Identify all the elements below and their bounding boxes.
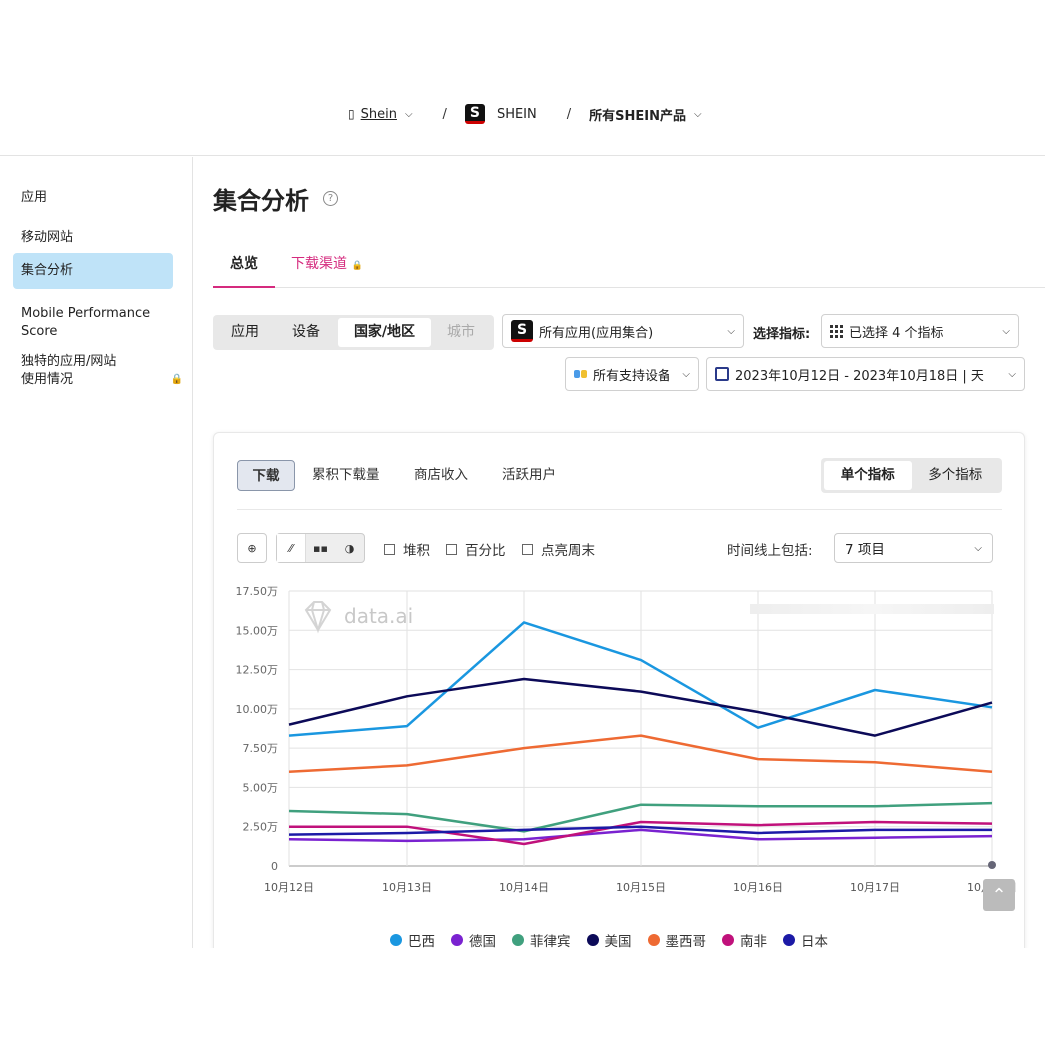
watermark-text: data.ai	[344, 604, 414, 628]
legend-label: 墨西哥	[665, 934, 707, 950]
legend-item[interactable]: 美国	[586, 930, 632, 950]
y-tick-label: 0	[271, 860, 278, 873]
legend-dot	[586, 934, 599, 946]
legend-item[interactable]: 德国	[451, 930, 496, 950]
x-tick-label: 10月13日	[382, 881, 432, 894]
blurred-region	[750, 604, 994, 614]
legend-dot	[390, 934, 402, 946]
legend-label: 菲律宾	[530, 934, 571, 950]
chart-legend: 巴西 德国 菲律宾 美国 墨西哥 南非 日本	[390, 930, 828, 950]
y-tick-label: 17.50万	[236, 585, 279, 598]
legend-item[interactable]: 南非	[722, 930, 767, 950]
legend-item[interactable]: 菲律宾	[512, 930, 571, 950]
diamond-logo-icon	[304, 601, 332, 634]
legend-label: 德国	[469, 934, 496, 950]
chevron-up-icon: ⌃	[991, 884, 1007, 906]
y-tick-label: 10.00万	[236, 703, 279, 716]
line-chart: 0 2.50万 5.00万 7.50万 10.00万 12.50万 15.00万 17.50万…	[236, 585, 1018, 894]
data-ai-watermark: data.ai	[300, 598, 413, 634]
scroll-to-top-button[interactable]: ⌃	[983, 879, 1015, 911]
y-tick-label: 12.50万	[236, 664, 279, 677]
x-tick-label: 10月14日	[499, 881, 549, 894]
page-bottom	[0, 948, 1045, 1045]
y-tick-label: 2.50万	[243, 821, 279, 834]
legend-label: 巴西	[408, 934, 435, 950]
legend-dot	[451, 934, 463, 946]
x-tick-label: 10月17日	[850, 881, 900, 894]
x-tick-label: 10月15日	[616, 881, 666, 894]
legend-dot	[512, 934, 524, 946]
legend-item[interactable]: 墨西哥	[647, 930, 707, 950]
y-tick-label: 7.50万	[243, 742, 279, 755]
legend-dot	[783, 934, 795, 946]
legend-item[interactable]: 巴西	[390, 930, 435, 950]
x-tick-label: 10月16日	[733, 881, 783, 894]
legend-item[interactable]: 日本	[783, 930, 828, 950]
legend-label: 美国	[604, 934, 632, 950]
legend-dot	[647, 934, 660, 946]
legend-label: 日本	[801, 934, 828, 950]
y-tick-label: 5.00万	[243, 781, 279, 794]
series-point	[988, 861, 996, 869]
legend-label: 南非	[740, 934, 767, 950]
x-tick-label: 10月12日	[264, 881, 314, 894]
y-tick-label: 15.00万	[236, 624, 279, 637]
legend-dot	[722, 934, 734, 946]
